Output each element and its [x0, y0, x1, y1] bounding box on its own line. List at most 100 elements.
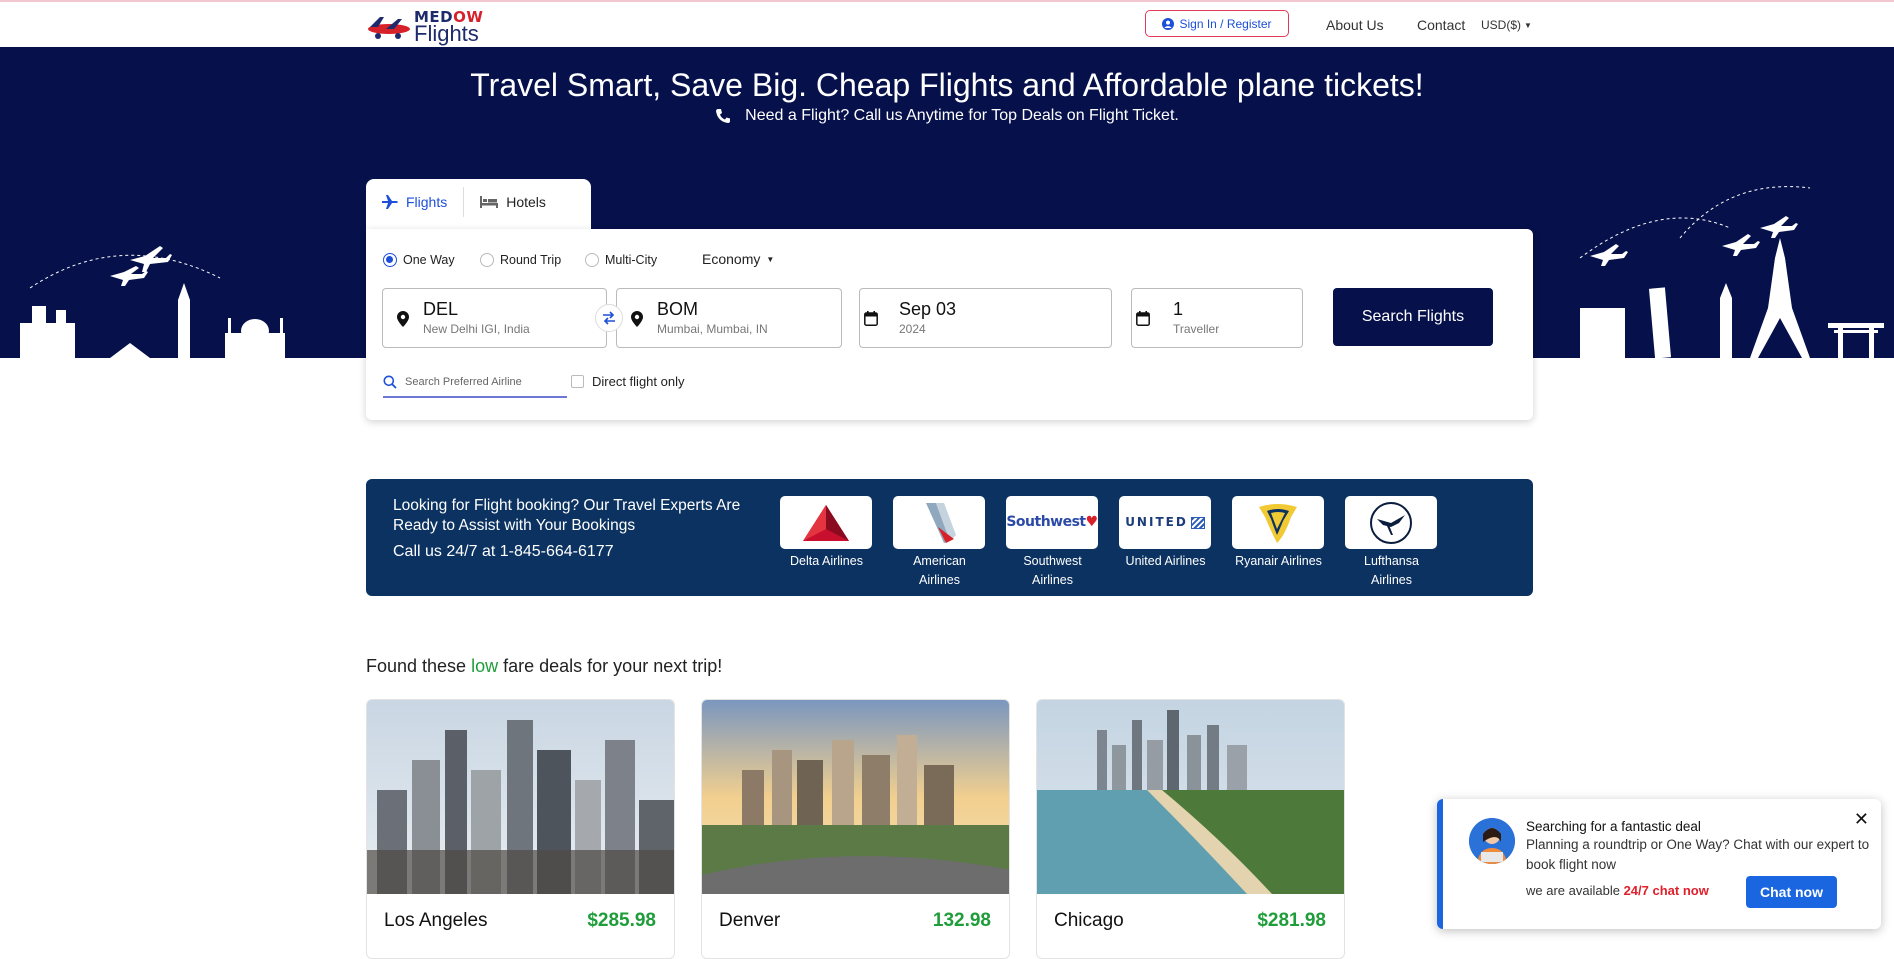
departure-date-field[interactable]: Sep 03 2024 — [859, 288, 1112, 348]
origin-name: New Delhi IGI, India — [423, 322, 530, 336]
origin-code: DEL — [423, 299, 459, 319]
swap-arrows-icon — [603, 311, 615, 325]
travel-experts-banner: Looking for Flight booking? Our Travel E… — [366, 479, 1533, 596]
chat-availability-highlight: 24/7 chat now — [1623, 883, 1709, 898]
deal-card[interactable]: Chicago $281.98 — [1036, 699, 1345, 959]
site-logo[interactable]: MEDOW Flights — [366, 8, 486, 46]
airline-ryanair[interactable]: Ryanair Airlines — [1232, 496, 1325, 571]
deal-card[interactable]: Los Angeles $285.98 — [366, 699, 675, 959]
lufthansa-logo-icon — [1345, 496, 1437, 549]
cabin-class-dropdown[interactable]: Economy ▼ — [702, 251, 774, 267]
deals-heading-pre: Found these — [366, 656, 467, 676]
flight-search-form: One Way Round Trip Multi-City Economy ▼ … — [366, 229, 1533, 420]
airplane-icon — [382, 195, 398, 209]
origin-field[interactable]: DEL New Delhi IGI, India — [382, 288, 607, 348]
departure-year: 2024 — [899, 322, 926, 336]
currency-dropdown[interactable]: USD($) ▼ — [1481, 18, 1532, 32]
calendar-icon — [864, 311, 878, 326]
hero-subtitle: Need a Flight? Call us Anytime for Top D… — [745, 107, 1179, 124]
deal-price: $281.98 — [1257, 910, 1326, 931]
chat-popup: Searching for a fantastic deal Planning … — [1437, 799, 1881, 929]
trip-type-round-trip[interactable]: Round Trip — [480, 253, 561, 267]
direct-flight-option[interactable]: Direct flight only — [571, 374, 684, 389]
airline-delta[interactable]: Delta Airlines — [780, 496, 873, 571]
user-circle-icon — [1162, 17, 1175, 30]
direct-flight-checkbox[interactable] — [571, 375, 584, 388]
trip-type-label: One Way — [403, 253, 455, 267]
close-icon[interactable]: ✕ — [1854, 809, 1869, 830]
radio-one-way[interactable] — [383, 253, 397, 267]
nav-about-us[interactable]: About Us — [1326, 17, 1384, 33]
hero-title: Travel Smart, Save Big. Cheap Flights an… — [470, 67, 1424, 103]
city-photo-chicago — [1037, 700, 1344, 894]
destination-name: Mumbai, Mumbai, IN — [657, 322, 768, 336]
deal-city: Denver — [719, 910, 781, 931]
right-skyline-illustration — [1579, 186, 1884, 358]
calendar-icon — [1136, 311, 1150, 326]
agent-avatar — [1469, 818, 1515, 864]
preferred-airline-input[interactable]: Search Preferred Airline — [383, 368, 567, 398]
search-icon — [383, 375, 397, 389]
tab-hotels[interactable]: Hotels — [464, 179, 562, 225]
airline-american[interactable]: American Airlines — [893, 496, 986, 590]
phone-icon — [716, 109, 731, 123]
southwest-logo-icon: Southwest♥ — [1006, 496, 1098, 549]
search-tabs: Flights Hotels — [366, 179, 591, 229]
radio-round-trip[interactable] — [480, 253, 494, 267]
airline-lufthansa[interactable]: Lufthansa Airlines — [1345, 496, 1438, 590]
airline-name: Delta Airlines — [790, 554, 863, 568]
radio-multi-city[interactable] — [585, 253, 599, 267]
direct-flight-label: Direct flight only — [592, 374, 685, 389]
experts-phone[interactable]: Call us 24/7 at 1-845-664-6177 — [393, 543, 614, 561]
deal-city: Chicago — [1054, 910, 1124, 931]
airline-name: United Airlines — [1125, 554, 1206, 568]
caret-down-icon: ▼ — [766, 254, 775, 264]
trip-type-one-way[interactable]: One Way — [383, 253, 455, 267]
travellers-field[interactable]: 1 Traveller — [1131, 288, 1303, 348]
tab-flights[interactable]: Flights — [366, 179, 463, 225]
airline-united[interactable]: UNITED United Airlines — [1119, 496, 1212, 571]
cabin-class-value: Economy — [702, 251, 761, 267]
american-logo-icon — [893, 496, 985, 549]
departure-date: Sep 03 — [899, 299, 957, 319]
deal-price: 132.98 — [932, 910, 991, 931]
currency-label: USD($) — [1481, 18, 1522, 32]
deals-heading-low: low — [471, 656, 499, 676]
trip-type-label: Round Trip — [500, 253, 562, 267]
deal-card[interactable]: Denver 132.98 — [701, 699, 1010, 959]
airline-name: Southwest Airlines — [1023, 554, 1082, 587]
location-pin-icon — [631, 311, 643, 327]
trip-type-label: Multi-City — [605, 253, 658, 267]
site-header: MEDOW Flights Sign In / Register About U… — [0, 2, 1894, 47]
hero-subtitle-row: Need a Flight? Call us Anytime for Top D… — [0, 107, 1894, 125]
tab-flights-label: Flights — [406, 194, 448, 210]
nav-contact[interactable]: Contact — [1417, 17, 1465, 33]
plane-logo-icon — [368, 17, 410, 39]
chat-now-button[interactable]: Chat now — [1746, 876, 1837, 908]
destination-code: BOM — [657, 299, 699, 319]
logo-brand-bottom: Flights — [414, 21, 479, 46]
location-pin-icon — [397, 311, 409, 327]
airline-name: Lufthansa Airlines — [1364, 554, 1419, 587]
caret-down-icon: ▼ — [1524, 20, 1532, 30]
destination-field[interactable]: BOM Mumbai, Mumbai, IN — [616, 288, 842, 348]
trip-type-multi-city[interactable]: Multi-City — [585, 253, 657, 267]
chat-body: Planning a roundtrip or One Way? Chat wi… — [1526, 837, 1870, 872]
deals-heading: Found these low fare deals for your next… — [366, 656, 722, 677]
bed-icon — [480, 196, 499, 208]
preferred-airline-placeholder: Search Preferred Airline — [405, 376, 522, 388]
deal-city: Los Angeles — [384, 910, 488, 931]
tab-hotels-label: Hotels — [506, 194, 546, 210]
united-logo-icon: UNITED — [1119, 496, 1211, 549]
deal-price: $285.98 — [587, 910, 656, 931]
chat-title: Searching for a fantastic deal — [1526, 819, 1701, 834]
delta-logo-icon — [780, 496, 872, 549]
sign-in-button[interactable]: Sign In / Register — [1145, 10, 1289, 37]
swap-airports-button[interactable] — [595, 304, 623, 332]
left-skyline-illustration — [20, 246, 285, 358]
experts-message: Looking for Flight booking? Our Travel E… — [393, 497, 741, 534]
airline-southwest[interactable]: Southwest♥ Southwest Airlines — [1006, 496, 1099, 590]
airline-name: American Airlines — [913, 554, 966, 587]
airline-name: Ryanair Airlines — [1235, 554, 1322, 568]
search-flights-button[interactable]: Search Flights — [1333, 288, 1493, 346]
